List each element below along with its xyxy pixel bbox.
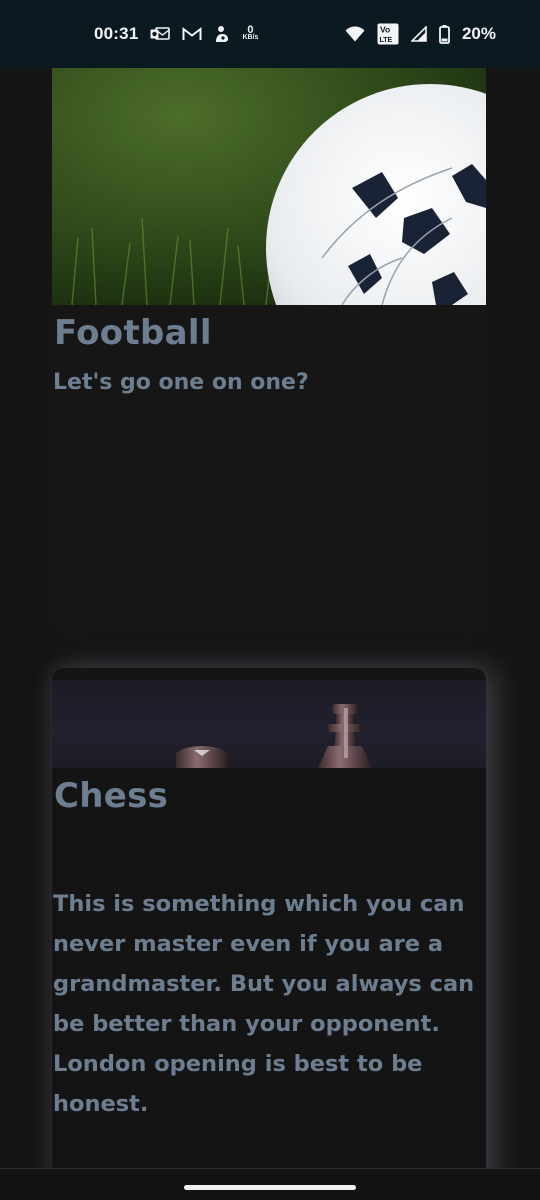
network-speed-unit: KB/s xyxy=(242,34,259,41)
status-bar: 00:31 0 KB/s Vo LTE 20% xyxy=(0,0,540,68)
card-text-chess: This is something which you can never ma… xyxy=(53,891,475,1117)
football-image xyxy=(52,68,486,305)
app-notification-icon xyxy=(214,25,230,43)
outlook-icon xyxy=(150,26,171,42)
navigation-bar xyxy=(0,1168,540,1200)
gmail-icon xyxy=(182,26,202,42)
svg-text:Vo: Vo xyxy=(380,25,390,35)
volte-icon: Vo LTE xyxy=(377,23,399,45)
home-indicator[interactable] xyxy=(184,1185,356,1190)
network-speed-value: 0 xyxy=(247,24,254,36)
svg-text:LTE: LTE xyxy=(379,37,392,44)
card-text-football: Let's go one on one? xyxy=(53,370,309,395)
wifi-icon xyxy=(345,26,365,42)
card-title-chess: Chess xyxy=(54,776,169,816)
sport-card-football[interactable]: Football Let's go one on one? xyxy=(52,68,486,636)
signal-icon xyxy=(410,26,427,42)
battery-icon xyxy=(439,24,450,44)
battery-percentage: 20% xyxy=(461,24,496,43)
card-list[interactable]: Football Let's go one on one? Chess This… xyxy=(0,68,540,1168)
sport-card-chess[interactable]: Chess This is something which you can ne… xyxy=(52,668,486,1168)
network-speed: 0 KB/s xyxy=(242,24,259,42)
chess-image xyxy=(52,680,486,768)
status-time: 00:31 xyxy=(94,24,139,43)
card-title-football: Football xyxy=(54,313,212,353)
